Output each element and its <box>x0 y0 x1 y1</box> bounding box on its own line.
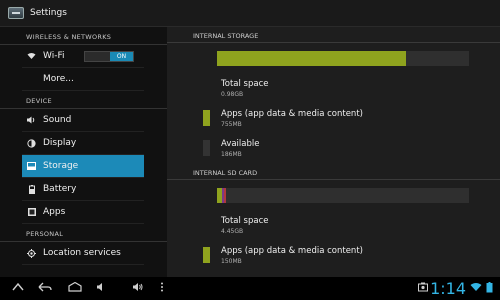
system-bar: 1:14 <box>0 277 500 300</box>
section-header-personal: PERSONAL <box>0 224 167 242</box>
wifi-toggle-state: ON <box>110 52 133 61</box>
storage-icon <box>27 162 36 171</box>
sidebar-item-sound[interactable]: Sound <box>22 109 144 132</box>
sidebar-item-label: Apps <box>43 207 66 217</box>
location-icon <box>27 248 36 258</box>
sidebar-item-label: Sound <box>43 115 72 125</box>
section-header-internal: INTERNAL STORAGE <box>167 27 500 43</box>
battery-icon <box>27 184 36 194</box>
sidebar-item-battery[interactable]: Battery <box>22 178 144 201</box>
section-header-sdcard: INTERNAL SD CARD <box>167 164 500 180</box>
internal-storage-bar <box>217 51 469 66</box>
storage-detail: INTERNAL STORAGE Total space 0.98GB Apps… <box>167 27 500 277</box>
apps-icon <box>27 208 36 217</box>
sidebar-item-storage[interactable]: Storage <box>22 155 144 178</box>
sidebar-item-label: Wi-Fi <box>43 51 65 61</box>
home-icon[interactable] <box>68 281 82 295</box>
row-title: Apps (app data & media content) <box>221 109 363 119</box>
sidebar-item-label: Battery <box>43 184 77 194</box>
wifi-toggle[interactable]: ON <box>84 51 134 62</box>
row-value: 150MB <box>221 258 242 265</box>
sdcard-misc-segment <box>224 188 226 203</box>
app-title: Settings <box>30 8 67 18</box>
sidebar-item-location[interactable]: Location services <box>22 242 144 265</box>
sidebar-item-wifi[interactable]: Wi-Fi ON <box>22 45 144 68</box>
section-header-wireless: WIRELESS & NETWORKS <box>0 27 167 45</box>
wifi-icon <box>27 52 36 61</box>
brightness-icon <box>27 138 36 148</box>
apps-color-swatch <box>203 110 210 126</box>
settings-app-icon[interactable] <box>8 7 24 19</box>
speaker-icon <box>27 116 36 125</box>
available-color-swatch <box>203 140 210 156</box>
row-value: 0.98GB <box>221 91 244 98</box>
sidebar-item-apps[interactable]: Apps <box>22 201 144 224</box>
battery-status-icon <box>486 282 493 296</box>
section-header-device: DEVICE <box>0 91 167 109</box>
row-value: 186MB <box>221 151 242 158</box>
menu-toggle-icon[interactable] <box>12 282 24 295</box>
sdcard-storage-bar <box>217 188 469 203</box>
sdcard-total-row: Total space 4.45GB <box>167 211 500 241</box>
internal-available-row: Available 186MB <box>167 134 500 164</box>
screenshot-icon <box>418 282 428 295</box>
back-icon[interactable] <box>38 282 52 295</box>
sdcard-apps-row[interactable]: Apps (app data & media content) 150MB <box>167 241 500 271</box>
action-bar: Settings <box>0 0 500 27</box>
volume-up-icon[interactable] <box>132 282 144 295</box>
sidebar-item-display[interactable]: Display <box>22 132 144 155</box>
row-title: Total space <box>221 216 269 226</box>
internal-total-row: Total space 0.98GB <box>167 74 500 104</box>
row-value: 755MB <box>221 121 242 128</box>
sidebar-item-more[interactable]: More... <box>22 68 144 91</box>
settings-categories: WIRELESS & NETWORKS Wi-Fi ON More... DEV… <box>0 27 167 277</box>
row-value: 4.45GB <box>221 228 244 235</box>
wifi-signal-icon <box>470 282 482 295</box>
sidebar-item-label: Display <box>43 138 77 148</box>
volume-down-icon[interactable] <box>96 282 106 295</box>
row-title: Total space <box>221 79 269 89</box>
row-title: Available <box>221 139 260 149</box>
internal-apps-row[interactable]: Apps (app data & media content) 755MB <box>167 104 500 134</box>
status-clock: 1:14 <box>430 279 466 298</box>
row-title: Apps (app data & media content) <box>221 246 363 256</box>
sidebar-item-label: More... <box>43 74 74 84</box>
apps-color-swatch <box>203 247 210 263</box>
overflow-menu-icon[interactable] <box>160 282 164 295</box>
internal-used-fill <box>217 51 406 66</box>
sidebar-item-label: Storage <box>43 161 79 171</box>
sidebar-item-label: Location services <box>43 248 121 258</box>
